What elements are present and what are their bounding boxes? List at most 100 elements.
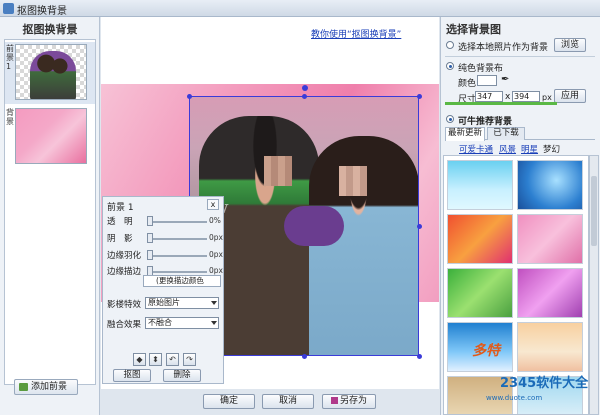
recommended-label: 可牛推荐背景 bbox=[458, 117, 513, 127]
shadow-row: 阴 影 0px bbox=[107, 232, 223, 244]
opacity-slider-track[interactable] bbox=[149, 221, 207, 223]
layer-properties-panel: 前景 1 x 透 明 0% 阴 影 0px 边缘羽化 0px 边缘描边 0px … bbox=[102, 196, 224, 384]
effect-select[interactable]: 原始图片 bbox=[145, 297, 219, 309]
resize-handle[interactable] bbox=[187, 94, 192, 99]
background-panel-title: 选择背景图 bbox=[446, 23, 501, 36]
local-photo-radio[interactable] bbox=[446, 41, 454, 49]
gallery-thumbnail[interactable] bbox=[517, 322, 583, 372]
watermark-url: www.duote.com bbox=[486, 394, 543, 402]
resize-handle[interactable] bbox=[417, 354, 422, 359]
flip-icon[interactable]: ⬍ bbox=[149, 353, 162, 366]
foreground-thumbnail bbox=[15, 44, 87, 100]
chevron-down-icon bbox=[211, 301, 217, 305]
blend-row: 融合效果 不融合 bbox=[107, 317, 223, 330]
gallery-thumbnail[interactable] bbox=[517, 160, 583, 210]
delete-button[interactable]: 删除 bbox=[163, 369, 201, 382]
divider bbox=[445, 56, 595, 57]
progress-bar bbox=[445, 102, 557, 105]
opacity-label: 透 明 bbox=[107, 217, 133, 227]
blend-label: 融合效果 bbox=[107, 320, 142, 330]
solid-color-radio[interactable] bbox=[446, 62, 454, 70]
category-links: 可爱卡通 风景 明星 梦幻 bbox=[445, 143, 595, 155]
category-dream[interactable]: 梦幻 bbox=[543, 143, 560, 155]
shadow-value: 0px bbox=[209, 233, 223, 242]
feather-label: 边缘羽化 bbox=[107, 251, 142, 261]
add-foreground-label: 添加前景 bbox=[31, 382, 68, 392]
cutout-button[interactable]: 抠图 bbox=[113, 369, 151, 382]
gallery-thumbnail[interactable] bbox=[517, 214, 583, 264]
layer-panel: 抠图换背景 前景1 背景 添加前景 bbox=[0, 17, 100, 415]
layer-panel-title: 抠图换背景 bbox=[22, 23, 78, 36]
opacity-slider-knob[interactable] bbox=[147, 216, 153, 226]
watermark-logo: 2345软件大全 bbox=[500, 376, 589, 391]
gallery-tabs: 最新更新 已下载 bbox=[445, 127, 595, 141]
rotate-right-icon[interactable]: ↷ bbox=[183, 353, 196, 366]
feather-slider-track[interactable] bbox=[149, 255, 207, 257]
chevron-down-icon bbox=[211, 321, 217, 325]
opacity-row: 透 明 0% bbox=[107, 215, 223, 227]
resize-handle[interactable] bbox=[417, 224, 422, 229]
tab-downloaded[interactable]: 已下载 bbox=[487, 127, 525, 140]
solid-color-label: 纯色背景布 bbox=[458, 64, 504, 74]
rotate-left-icon[interactable]: ↶ bbox=[166, 353, 179, 366]
shadow-slider-track[interactable] bbox=[149, 238, 207, 240]
width-input[interactable]: 347 bbox=[475, 91, 503, 102]
shadow-label: 阴 影 bbox=[107, 234, 133, 244]
background-thumbnail bbox=[15, 108, 87, 164]
effect-row: 影楼特效 原始图片 bbox=[107, 297, 223, 310]
save-as-button[interactable]: 另存为 bbox=[322, 394, 376, 409]
resize-handle[interactable] bbox=[302, 354, 307, 359]
category-scenery[interactable]: 风景 bbox=[499, 143, 516, 155]
category-cute[interactable]: 可爱卡通 bbox=[459, 143, 493, 155]
category-stars[interactable]: 明星 bbox=[521, 143, 538, 155]
background-panel: 选择背景图 选择本地照片作为背景 浏览 纯色背景布 颜色 ✒ 尺寸 347 x … bbox=[440, 17, 600, 415]
gallery-thumbnail[interactable] bbox=[447, 214, 513, 264]
close-button[interactable]: x bbox=[207, 199, 219, 210]
blend-value: 不融合 bbox=[148, 318, 172, 327]
times-sign: x bbox=[505, 92, 511, 102]
app-icon bbox=[3, 3, 14, 14]
save-as-label: 另存为 bbox=[339, 396, 367, 406]
feather-row: 边缘羽化 0px bbox=[107, 249, 223, 261]
color-label: 颜色 bbox=[458, 79, 477, 89]
shadow-slider-knob[interactable] bbox=[147, 233, 153, 243]
layer-list: 前景1 背景 bbox=[4, 39, 96, 385]
recommended-radio[interactable] bbox=[446, 115, 454, 123]
window-title: 抠图换背景 bbox=[17, 6, 67, 17]
height-input[interactable]: 394 bbox=[512, 91, 540, 102]
layer-item-background[interactable]: 背景 bbox=[5, 106, 95, 168]
move-left-icon[interactable]: ◆ bbox=[133, 353, 146, 366]
stroke-slider-track[interactable] bbox=[149, 271, 207, 273]
rotate-handle[interactable] bbox=[302, 85, 308, 91]
gallery-thumbnail[interactable] bbox=[447, 160, 513, 210]
layer-item-foreground[interactable]: 前景1 bbox=[5, 42, 95, 104]
resize-handle[interactable] bbox=[302, 94, 307, 99]
tab-latest[interactable]: 最新更新 bbox=[445, 127, 485, 141]
ok-button[interactable]: 确定 bbox=[203, 394, 255, 409]
change-stroke-color-button[interactable]: (更换描边颜色 bbox=[143, 275, 221, 287]
gallery-thumbnail[interactable] bbox=[517, 268, 583, 318]
cancel-button[interactable]: 取消 bbox=[262, 394, 314, 409]
color-swatch[interactable] bbox=[477, 75, 497, 86]
panel-title: 前景 1 bbox=[107, 203, 134, 213]
gallery-scrollbar[interactable] bbox=[589, 155, 599, 415]
apply-button[interactable]: 应用 bbox=[554, 89, 586, 103]
help-link[interactable]: 教你使用“抠图换背景” bbox=[311, 27, 401, 40]
add-foreground-button[interactable]: 添加前景 bbox=[14, 379, 78, 395]
title-bar: 抠图换背景 bbox=[0, 0, 600, 17]
unit-label: px bbox=[542, 93, 552, 102]
effect-value: 原始图片 bbox=[148, 298, 180, 307]
opacity-value: 0% bbox=[209, 216, 221, 225]
gallery-thumbnail[interactable] bbox=[447, 268, 513, 318]
watermark-logo: 多特 bbox=[472, 343, 500, 359]
browse-button[interactable]: 浏览 bbox=[554, 38, 586, 52]
eyedropper-icon[interactable]: ✒ bbox=[501, 74, 511, 86]
feather-value: 0px bbox=[209, 250, 223, 259]
add-image-icon bbox=[19, 383, 28, 391]
feather-slider-knob[interactable] bbox=[147, 250, 153, 260]
stroke-value: 0px bbox=[209, 266, 223, 275]
blend-select[interactable]: 不融合 bbox=[145, 317, 219, 329]
scrollbar-thumb[interactable] bbox=[591, 176, 597, 246]
save-icon bbox=[330, 397, 338, 404]
resize-handle[interactable] bbox=[417, 94, 422, 99]
